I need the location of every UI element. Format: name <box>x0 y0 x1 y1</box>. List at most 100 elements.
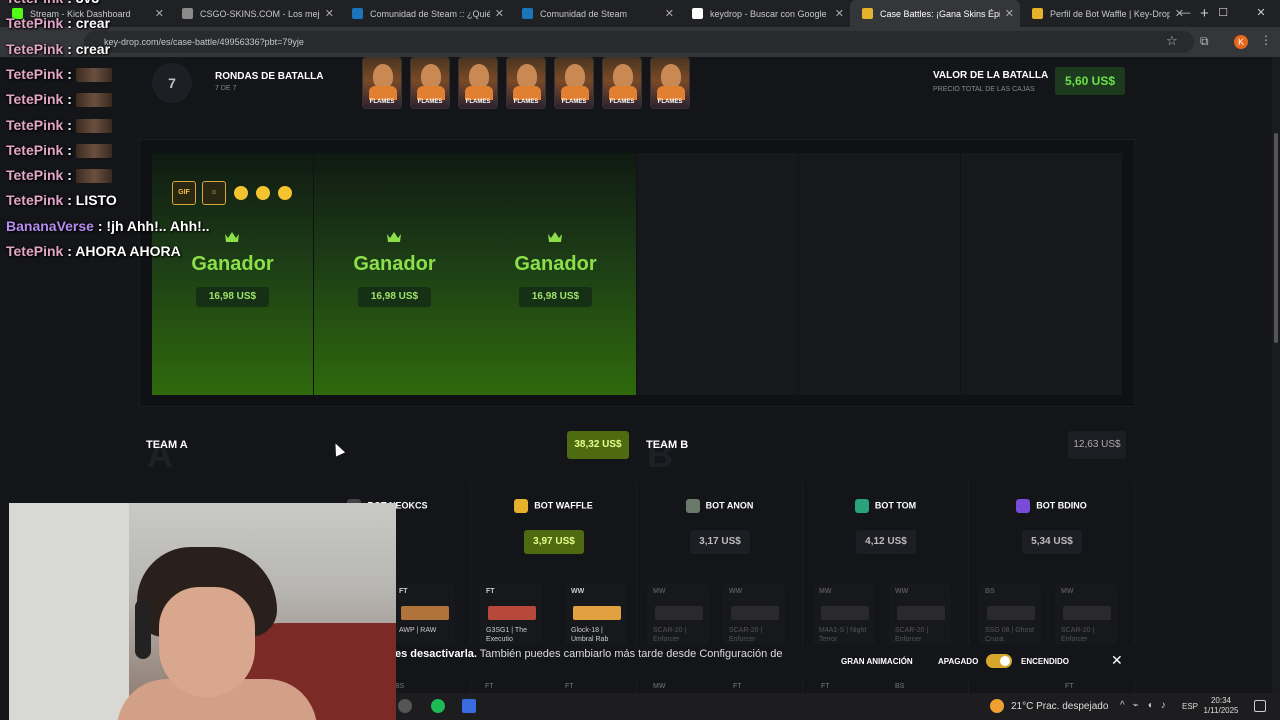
item-condition: WW <box>571 588 585 595</box>
weapon-icon <box>821 606 869 620</box>
bot-avatar-icon <box>685 499 700 513</box>
case-thumbnail[interactable]: FLAMES <box>458 57 498 109</box>
case-thumbnail[interactable]: FLAMES <box>362 57 402 109</box>
browser-tab[interactable]: Perfil de Bot Waffle | Key-Drop ✕ <box>1020 0 1190 27</box>
weapon-icon <box>1063 606 1111 620</box>
bot-avatar-icon <box>514 499 529 513</box>
chat-username: TetePink <box>6 91 64 108</box>
item-name: SCAR-20 | Enforcer <box>895 627 929 643</box>
item-name: AWP | RAW <box>399 627 437 634</box>
tab-favicon-icon <box>522 8 533 19</box>
browser-tab[interactable]: keydrop - Buscar con Google ✕ <box>680 0 850 27</box>
weapon-icon <box>488 606 536 620</box>
emoji-icon[interactable] <box>278 186 292 200</box>
browser-menu-icon[interactable]: ⋮ <box>1260 33 1272 47</box>
case-thumbnail[interactable]: FLAMES <box>602 57 642 109</box>
case-thumbnail[interactable]: FLAMES <box>650 57 690 109</box>
winner-slot-3: Ganador 16,98 US$ <box>475 153 636 395</box>
tab-close-icon[interactable]: ✕ <box>835 7 844 20</box>
tab-title: CSGO-SKINS.COM - Los mejores <box>200 8 320 19</box>
minimize-icon[interactable]: — <box>1166 0 1204 27</box>
winner-amount: 16,98 US$ <box>196 287 269 307</box>
tab-close-icon[interactable]: ✕ <box>325 7 334 20</box>
chat-message: TetePink : <box>6 117 112 133</box>
won-item[interactable]: FT AWP | RAW <box>393 584 455 646</box>
bookmark-star-icon[interactable]: ☆ <box>1166 33 1178 49</box>
won-item[interactable]: WW SCAR-20 | Enforcer <box>889 584 951 646</box>
obs-icon[interactable] <box>398 699 412 713</box>
notifications-icon[interactable] <box>1254 700 1266 712</box>
tab-close-icon[interactable]: ✕ <box>665 7 674 20</box>
emoji-icon[interactable] <box>234 186 248 200</box>
case-thumbnail[interactable]: FLAMES <box>506 57 546 109</box>
player-name[interactable]: BOT TOM <box>803 499 968 513</box>
item-condition: FT <box>485 683 494 690</box>
animation-toggle[interactable] <box>986 654 1012 668</box>
chat-username: TetePink <box>6 116 64 133</box>
scrollbar-thumb[interactable] <box>1274 133 1278 343</box>
tab-close-icon[interactable]: ✕ <box>155 7 164 20</box>
rounds-title: RONDAS DE BATALLA <box>215 71 324 82</box>
language-indicator[interactable]: ESP <box>1182 702 1198 711</box>
weapon-icon <box>731 606 779 620</box>
player-name[interactable]: BOT WAFFLE <box>471 499 636 513</box>
player-amount: 3,17 US$ <box>690 530 750 554</box>
tab-favicon-icon <box>352 8 363 19</box>
case-name: FLAMES <box>657 99 683 105</box>
browser-tab[interactable]: Comunidad de Steam ✕ <box>510 0 680 27</box>
won-item[interactable]: MW SCAR-20 | Enforcer <box>1055 584 1117 646</box>
on-label: ENCENDIDO <box>1021 657 1070 666</box>
tab-close-icon[interactable]: ✕ <box>1005 7 1014 20</box>
profile-avatar[interactable]: K <box>1234 35 1248 49</box>
case-name: FLAMES <box>609 99 635 105</box>
won-item[interactable]: MW M4A1-S | Night Terror <box>813 584 875 646</box>
close-icon[interactable]: ✕ <box>1111 652 1123 669</box>
crown-icon <box>387 232 401 242</box>
player-name[interactable]: BOT BDINO <box>969 499 1134 513</box>
won-item[interactable]: WW SCAR-20 | Enforcer <box>723 584 785 646</box>
weapon-icon <box>897 606 945 620</box>
url-input[interactable]: key-drop.com/es/case-battle/49956336?pbt… <box>84 31 1194 53</box>
system-tray-icons[interactable]: ^⌁◖♪ <box>1120 700 1174 711</box>
chat-message: TetePink : <box>6 167 112 184</box>
team-a-amount: 38,32 US$ <box>567 431 629 459</box>
scrollbar[interactable] <box>1272 57 1280 693</box>
case-thumbnail[interactable]: FLAMES <box>410 57 450 109</box>
chat-text: 3v3 <box>76 0 99 6</box>
item-condition: FT <box>733 683 742 690</box>
crown-icon <box>225 232 239 242</box>
extensions-icon[interactable]: ⧉ <box>1200 34 1209 49</box>
won-item[interactable]: MW SCAR-20 | Enforcer <box>647 584 709 646</box>
browser-tab[interactable]: CSGO-SKINS.COM - Los mejores ✕ <box>170 0 340 27</box>
spotify-icon[interactable] <box>431 699 445 713</box>
chat-emote-icon <box>75 144 112 159</box>
case-thumbnail[interactable]: FLAMES <box>554 57 594 109</box>
emoji-button[interactable]: ☺ <box>202 181 226 205</box>
won-item[interactable]: FT G3SG1 | The Executio <box>480 584 542 646</box>
player-amount: 4,12 US$ <box>856 530 916 554</box>
browser-tab[interactable]: Comunidad de Steam :: ¿Quién ✕ <box>340 0 510 27</box>
tab-title: Comunidad de Steam <box>540 8 628 19</box>
emoji-icon[interactable] <box>256 186 270 200</box>
gif-button[interactable]: GIF <box>172 181 196 205</box>
clock[interactable]: 20:34 1/11/2025 <box>1201 696 1241 716</box>
maximize-icon[interactable]: ☐ <box>1204 0 1242 27</box>
battle-value-amount: 5,60 US$ <box>1055 67 1125 95</box>
won-item[interactable]: BS SSG 08 | Ghost Crusa <box>979 584 1041 646</box>
winner-slot-2: Ganador 16,98 US$ <box>314 153 475 395</box>
close-window-icon[interactable]: ✕ <box>1242 0 1280 27</box>
item-name: SCAR-20 | Enforcer <box>729 627 763 643</box>
browser-tab[interactable]: Case Battles: ¡Gana Skins Épicos ✕ <box>850 0 1020 27</box>
battle-arena: GIF ☺ Ganador 16,98 US$ Ganador 16,98 US… <box>139 139 1135 407</box>
chat-emote-icon <box>75 68 112 83</box>
chat-username: TetePink <box>6 40 64 57</box>
team-b-amount: 12,63 US$ <box>1068 431 1126 459</box>
app-icon[interactable] <box>462 699 476 713</box>
weather-text[interactable]: 21°C Prac. despejado <box>1011 701 1108 712</box>
won-item[interactable]: WW Glock-18 | Umbral Rab <box>565 584 627 646</box>
player-name[interactable]: BOT ANON <box>637 499 802 513</box>
chat-username: TetePink <box>6 167 64 184</box>
tab-close-icon[interactable]: ✕ <box>495 7 504 20</box>
emoji-bar: GIF ☺ <box>172 181 292 205</box>
item-name: SSG 08 | Ghost Crusa <box>985 627 1034 643</box>
